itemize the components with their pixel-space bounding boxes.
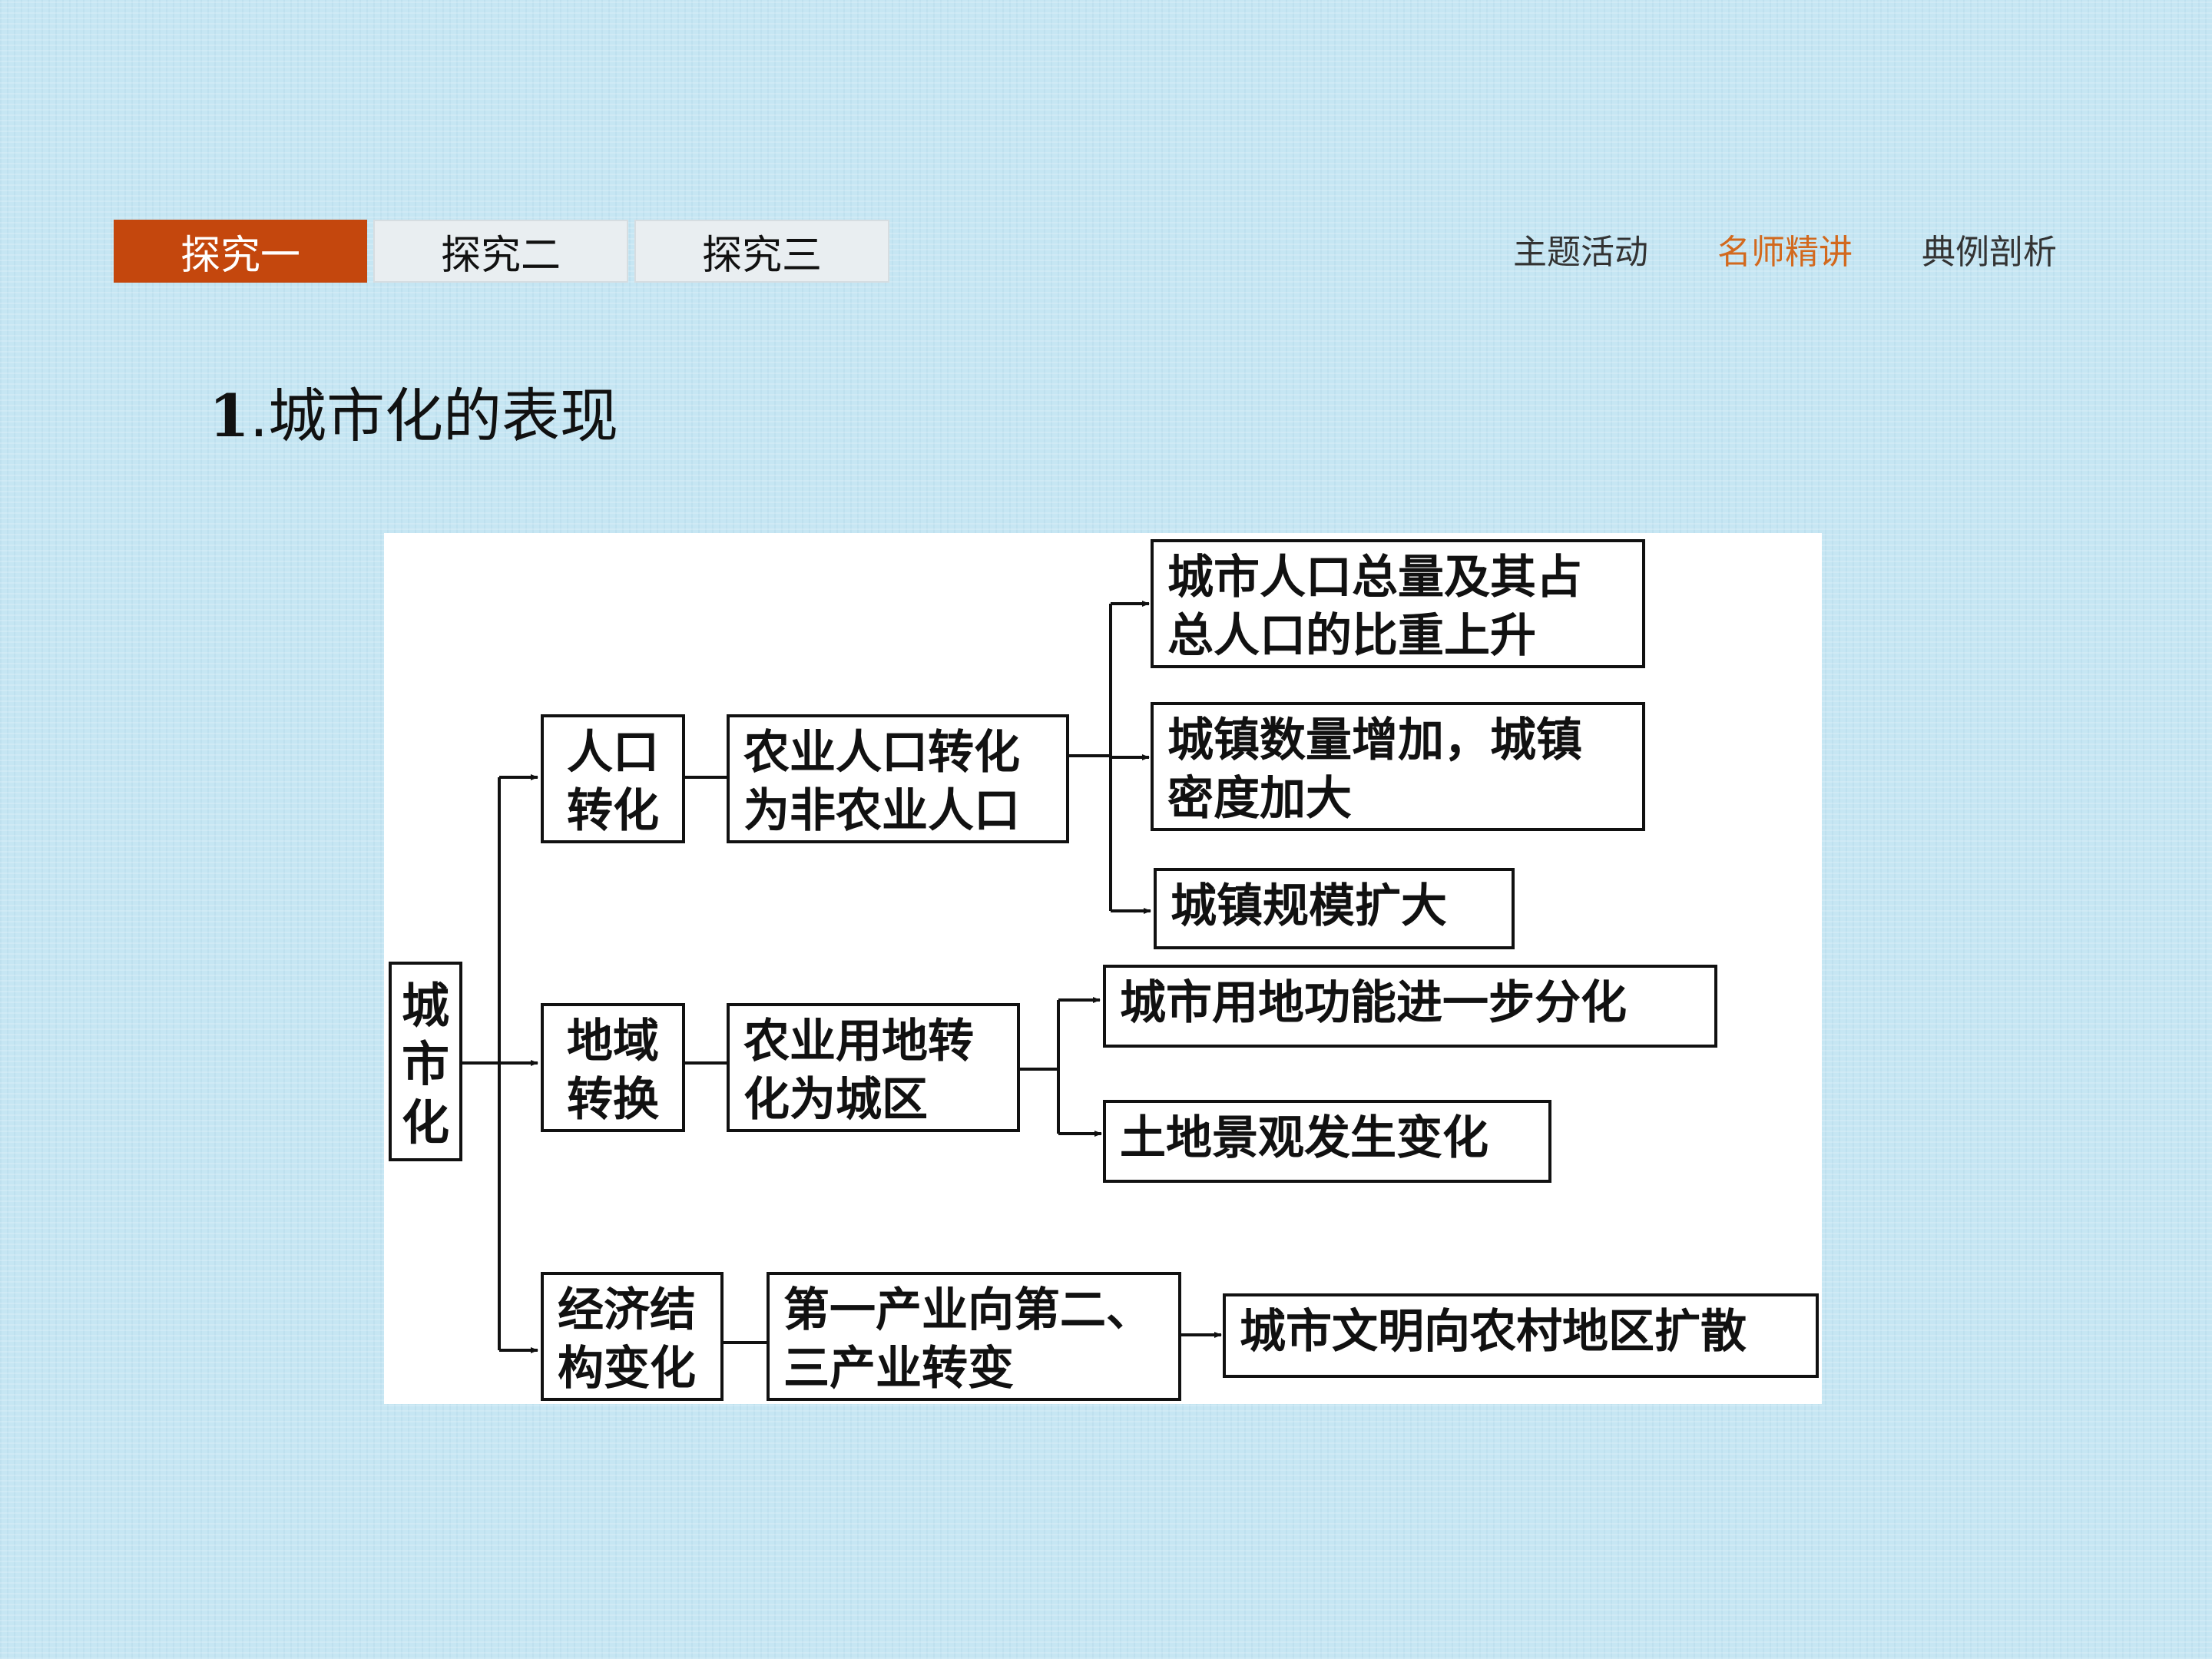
box-line: 城市文明向农村地区扩散 xyxy=(1240,1305,1747,1359)
box-line: 为非农业人口 xyxy=(743,784,1020,838)
change-box-economy: 第一产业向第二、 三产业转变 xyxy=(767,1272,1181,1401)
change-box-land: 农业用地转 化为城区 xyxy=(727,1003,1020,1132)
tab-inquiry-1[interactable]: 探究一 xyxy=(114,220,367,283)
box-line: 第一产业向第二、 xyxy=(783,1283,1152,1337)
box-line: 转换 xyxy=(567,1073,659,1127)
box-line: 城市人口总量及其占 xyxy=(1167,551,1582,604)
urbanization-diagram: 城 市 化 人口 转化 农业人口转化 为非农业人口 城市人口总量及其占 总人口的… xyxy=(384,533,1822,1404)
result-box-town-scale: 城镇规模扩大 xyxy=(1154,868,1515,949)
box-line: 构变化 xyxy=(558,1342,696,1396)
tab-inquiry-2[interactable]: 探究二 xyxy=(373,220,628,283)
label-box-economy: 经济结 构变化 xyxy=(541,1272,724,1401)
label-box-population: 人口 转化 xyxy=(541,714,685,843)
box-line: 化为城区 xyxy=(743,1073,928,1127)
section-nav: 主题活动 名师精讲 典例剖析 xyxy=(1513,224,2057,272)
root-char: 市 xyxy=(401,1036,449,1092)
box-line: 人口 xyxy=(567,726,659,780)
root-box-urbanization: 城 市 化 xyxy=(389,962,462,1161)
root-char: 化 xyxy=(401,1094,449,1151)
change-box-population: 农业人口转化 为非农业人口 xyxy=(727,714,1069,843)
result-box-landscape: 土地景观发生变化 xyxy=(1103,1100,1551,1183)
box-line: 总人口的比重上升 xyxy=(1167,609,1536,663)
nav-theme-activity[interactable]: 主题活动 xyxy=(1513,224,1717,272)
box-line: 三产业转变 xyxy=(783,1342,1014,1396)
page-heading: 1.城市化的表现 xyxy=(209,369,618,453)
nav-example-analysis[interactable]: 典例剖析 xyxy=(1922,224,2057,272)
box-line: 密度加大 xyxy=(1167,772,1352,826)
label-box-land: 地域 转换 xyxy=(541,1003,685,1132)
box-line: 城镇规模扩大 xyxy=(1171,879,1447,933)
nav-teacher-lecture[interactable]: 名师精讲 xyxy=(1717,224,1922,272)
heading-number: 1 xyxy=(209,382,250,450)
box-line: 城镇数量增加，城镇 xyxy=(1167,714,1582,767)
box-line: 地域 xyxy=(567,1015,659,1068)
box-line: 转化 xyxy=(567,784,659,838)
result-box-town-count: 城镇数量增加，城镇 密度加大 xyxy=(1151,702,1645,831)
tab-bar: 探究一 探究二 探究三 xyxy=(114,220,889,283)
box-line: 农业人口转化 xyxy=(743,726,1020,780)
result-box-population-share: 城市人口总量及其占 总人口的比重上升 xyxy=(1151,539,1645,668)
heading-text: .城市化的表现 xyxy=(249,382,619,450)
box-line: 土地景观发生变化 xyxy=(1120,1111,1488,1165)
tab-inquiry-3[interactable]: 探究三 xyxy=(634,220,889,283)
result-box-land-function: 城市用地功能进一步分化 xyxy=(1103,965,1717,1048)
box-line: 经济结 xyxy=(558,1283,696,1337)
box-line: 城市用地功能进一步分化 xyxy=(1120,976,1627,1030)
root-char: 城 xyxy=(401,978,449,1034)
result-box-civilization: 城市文明向农村地区扩散 xyxy=(1223,1293,1819,1378)
box-line: 农业用地转 xyxy=(743,1015,974,1068)
